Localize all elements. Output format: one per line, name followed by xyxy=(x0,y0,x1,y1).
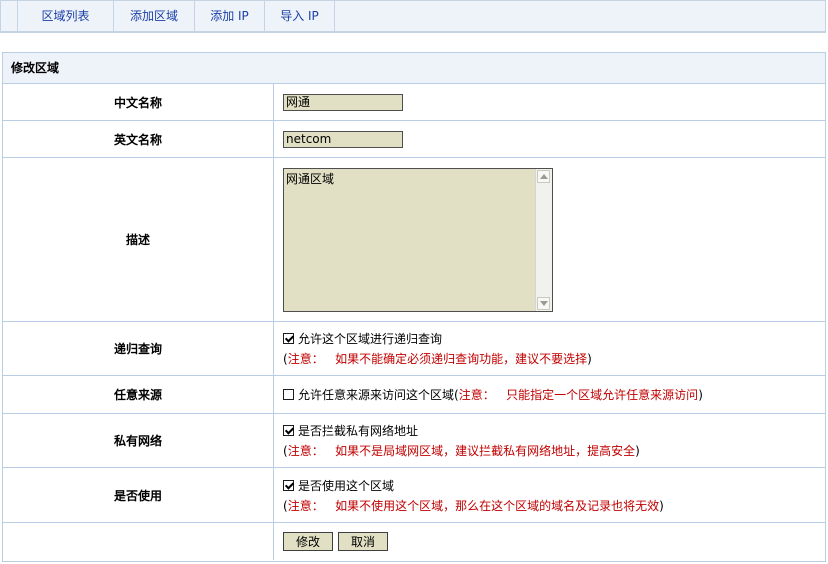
en-name-input[interactable]: netcom xyxy=(283,130,403,148)
any-source-note: (注意： 只能指定一个区域允许任意来源访问) xyxy=(454,388,703,402)
tab-zone-list[interactable]: 区域列表 xyxy=(17,1,114,31)
description-textarea[interactable]: 网通区域 xyxy=(283,167,553,312)
tab-bar-divider xyxy=(1,31,825,32)
en-name-label: 英文名称 xyxy=(3,121,274,157)
tab-add-ip[interactable]: 添加 IP xyxy=(195,1,265,31)
description-label: 描述 xyxy=(3,158,274,321)
modify-button[interactable]: 修改 xyxy=(283,532,333,551)
private-net-label: 私有网络 xyxy=(3,414,274,467)
any-source-label: 任意来源 xyxy=(3,376,274,413)
description-text: 网通区域 xyxy=(286,171,335,186)
actions-label-cell xyxy=(3,523,274,560)
enabled-checkbox[interactable] xyxy=(283,479,294,491)
row-actions: 修改 取消 xyxy=(3,523,825,560)
row-enabled: 是否使用 是否使用这个区域 (注意： 如果不使用这个区域，那么在这个区域的域名及… xyxy=(3,468,825,523)
any-source-checkbox[interactable] xyxy=(283,389,294,400)
cancel-button[interactable]: 取消 xyxy=(338,532,388,551)
tab-add-zone[interactable]: 添加区域 xyxy=(114,1,195,31)
top-tab-bar: 区域列表 添加区域 添加 IP 导入 IP xyxy=(0,0,826,33)
row-private-net: 私有网络 是否拦截私有网络地址 (注意： 如果不是局域网区域，建议拦截私有网络地… xyxy=(3,414,825,468)
scroll-down-arrow-icon[interactable] xyxy=(537,296,550,310)
recursion-note: (注意： 如果不能确定必须递归查询功能，建议不要选择) xyxy=(283,352,592,366)
form-title: 修改区域 xyxy=(3,53,825,84)
recursion-text: 允许这个区域进行递归查询 xyxy=(298,332,443,346)
textarea-scrollbar[interactable] xyxy=(535,168,552,311)
private-net-checkbox[interactable] xyxy=(283,425,294,436)
row-description: 描述 网通区域 xyxy=(3,158,825,322)
private-net-note: (注意： 如果不是局域网区域，建议拦截私有网络地址，提高安全) xyxy=(283,444,640,458)
tab-import-ip[interactable]: 导入 IP xyxy=(265,1,335,31)
private-net-text: 是否拦截私有网络地址 xyxy=(298,424,419,438)
edit-zone-form: 修改区域 中文名称 网通 英文名称 netcom 描述 网通区域 递归查询 允许… xyxy=(2,52,826,562)
cn-name-input[interactable]: 网通 xyxy=(283,93,403,111)
recursion-checkbox[interactable] xyxy=(283,333,294,344)
row-en-name: 英文名称 netcom xyxy=(3,121,825,158)
recursion-label: 递归查询 xyxy=(3,322,274,375)
any-source-text: 允许任意来源来访问这个区域 xyxy=(298,388,455,402)
enabled-label: 是否使用 xyxy=(3,468,274,522)
enabled-note: (注意： 如果不使用这个区域，那么在这个区域的域名及记录也将无效) xyxy=(283,498,664,513)
row-any-source: 任意来源 允许任意来源来访问这个区域 (注意： 只能指定一个区域允许任意来源访问… xyxy=(3,376,825,414)
scroll-up-arrow-icon[interactable] xyxy=(537,169,550,183)
row-recursion: 递归查询 允许这个区域进行递归查询 (注意： 如果不能确定必须递归查询功能，建议… xyxy=(3,322,825,376)
enabled-text: 是否使用这个区域 xyxy=(298,478,395,493)
row-cn-name: 中文名称 网通 xyxy=(3,84,825,121)
cn-name-label: 中文名称 xyxy=(3,84,274,120)
